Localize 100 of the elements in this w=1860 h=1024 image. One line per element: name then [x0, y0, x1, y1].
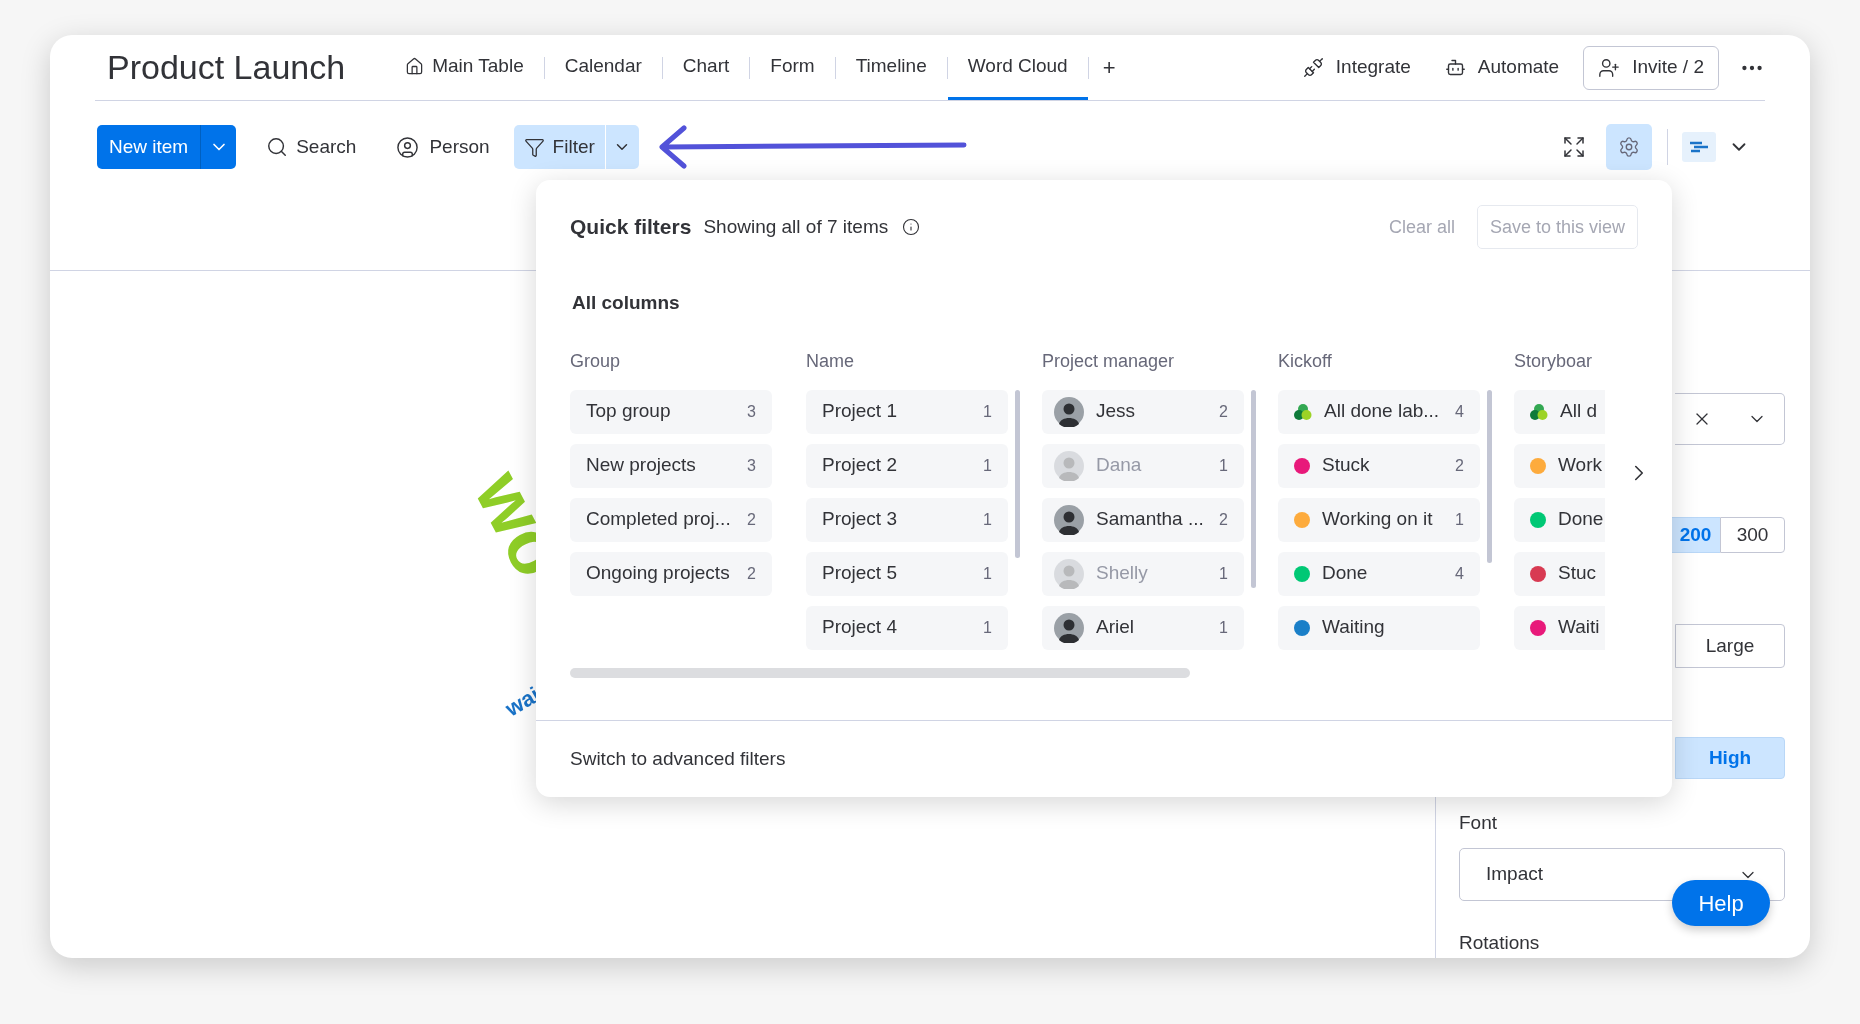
option-label: Stuck [1322, 453, 1370, 478]
filter-option[interactable]: Waiting [1278, 605, 1480, 650]
option-count: 4 [1455, 401, 1464, 422]
option-label: Done [1558, 507, 1604, 532]
person-icon [396, 135, 420, 159]
settings-button[interactable] [1606, 124, 1652, 170]
option-count: 3 [747, 401, 756, 422]
filter-option[interactable]: Project 1 1 [806, 389, 1008, 434]
items-summary: Showing all of 7 items [703, 214, 889, 239]
fullscreen-icon[interactable] [1562, 135, 1586, 159]
robot-icon [1444, 57, 1466, 78]
scrollbar[interactable] [1015, 389, 1020, 558]
avatar-icon [1054, 450, 1084, 481]
avatar-icon [1054, 558, 1084, 589]
option-label: Project 4 [822, 615, 897, 640]
quality-option[interactable]: High [1675, 737, 1785, 780]
option-label: All d [1560, 399, 1597, 424]
person-button[interactable]: Person [396, 132, 490, 162]
plug-icon [1302, 57, 1324, 78]
option-count: 1 [1219, 455, 1228, 476]
option-label: New projects [586, 453, 696, 478]
action-button[interactable]: Integrate [1302, 53, 1411, 82]
option-label: Waiti [1558, 615, 1600, 640]
column-header: Project manager [1042, 349, 1176, 372]
option-label: Work [1558, 453, 1602, 478]
filter-option[interactable]: Top group 3 [570, 389, 772, 434]
option-label: Working on it [1322, 507, 1433, 532]
filter-option[interactable]: Completed proj... 2 [570, 497, 772, 542]
option-count: 1 [983, 455, 992, 476]
settings-icon [1618, 136, 1640, 158]
option-count: 2 [1219, 401, 1228, 422]
search-icon [266, 136, 289, 158]
view-tab[interactable]: Form [750, 35, 835, 100]
column-header: Name [806, 349, 855, 372]
status-cluster-icon [1294, 402, 1312, 421]
field-label: Font [1459, 811, 1499, 836]
option-count: 1 [983, 563, 992, 584]
filter-option[interactable]: Project 2 1 [806, 443, 1008, 488]
invite-button[interactable]: Invite / 2 [1583, 45, 1719, 90]
avatar-icon [1054, 504, 1084, 535]
select-field[interactable] [1675, 393, 1785, 445]
option-label: Top group [586, 399, 671, 424]
filter-option[interactable]: New projects 3 [570, 443, 772, 488]
filter-option[interactable]: Project 3 1 [806, 497, 1008, 542]
option-label: Ariel [1096, 615, 1134, 640]
new-item-button[interactable]: New item [97, 125, 201, 169]
option-count: 2 [1455, 455, 1464, 476]
help-button[interactable]: Help [1672, 880, 1770, 926]
scrollbar[interactable] [570, 667, 1190, 678]
option-count: 1 [1219, 617, 1228, 638]
option-label: Jess [1096, 399, 1136, 424]
option-count: 1 [983, 617, 992, 638]
filter-option[interactable]: Working on it 1 [1278, 497, 1480, 542]
segment-option[interactable]: 200 [1670, 516, 1720, 554]
section-title: All columns [572, 291, 681, 315]
option-label: Completed proj... [586, 507, 731, 532]
user-plus-icon [1598, 56, 1621, 79]
option-label: Dana [1096, 453, 1142, 478]
scrollbar[interactable] [1251, 389, 1256, 588]
option-count: 2 [747, 563, 756, 584]
filter-option[interactable]: Waiti [1514, 605, 1605, 650]
word-cloud-thumbnail-icon[interactable] [1682, 132, 1716, 162]
filter-option[interactable]: Project 4 1 [806, 605, 1008, 650]
size-option[interactable]: Large [1675, 624, 1785, 669]
filter-option[interactable]: Work [1514, 443, 1605, 488]
add-view-button[interactable]: + [1088, 51, 1130, 84]
view-tab[interactable]: Main Table [385, 35, 544, 100]
option-label: Project 3 [822, 507, 897, 532]
option-label: Project 2 [822, 453, 897, 478]
option-label: Waiting [1322, 615, 1385, 640]
filter-option[interactable]: Samantha ... 2 [1042, 497, 1244, 542]
advanced-filters-link[interactable]: Switch to advanced filters [570, 744, 786, 773]
option-count: 1 [983, 401, 992, 422]
filter-option[interactable]: Ariel 1 [1042, 605, 1244, 650]
column-header: Storyboar [1514, 349, 1594, 372]
option-count: 4 [1455, 563, 1464, 584]
view-tab[interactable]: Calendar [544, 35, 662, 100]
filter-option[interactable]: Jess 2 [1042, 389, 1244, 434]
filter-option[interactable]: All d [1514, 389, 1605, 434]
filter-option[interactable]: Stuc [1514, 551, 1605, 596]
search-button[interactable]: Search [266, 132, 357, 162]
filter-button[interactable]: Filter [513, 125, 605, 169]
scrollbar[interactable] [1487, 389, 1492, 563]
view-tab[interactable]: Word Cloud [947, 35, 1088, 100]
option-count: 3 [747, 455, 756, 476]
action-button[interactable]: Automate [1444, 53, 1560, 82]
view-tab[interactable]: Chart [662, 35, 750, 100]
segment-option[interactable]: 300 [1720, 516, 1785, 554]
filter-option[interactable]: Done [1514, 497, 1605, 542]
status-cluster-icon [1530, 402, 1548, 421]
option-count: 1 [983, 509, 992, 530]
filter-option[interactable]: All done lab... 4 [1278, 389, 1480, 434]
field-label: Rotations [1459, 931, 1541, 956]
filter-option[interactable]: Stuck 2 [1278, 443, 1480, 488]
view-tab[interactable]: Timeline [835, 35, 947, 100]
info-icon[interactable] [902, 218, 921, 236]
filter-option[interactable]: Done 4 [1278, 551, 1480, 596]
filter-option[interactable]: Project 5 1 [806, 551, 1008, 596]
filter-option[interactable]: Ongoing projects 2 [570, 551, 772, 596]
new-item-dropdown[interactable] [200, 125, 237, 169]
